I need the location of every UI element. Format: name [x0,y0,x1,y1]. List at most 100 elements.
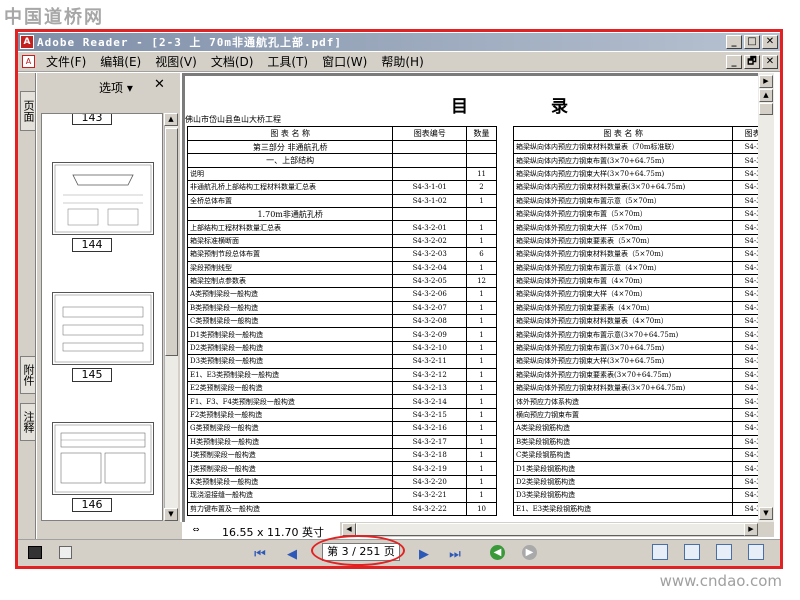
menu-view[interactable]: 视图(V) [148,53,204,70]
cell-quantity: 11 [466,166,497,182]
cell-code: S4-3-2-01 [392,220,468,235]
cell-code: S4-3 [732,180,758,195]
tab-comments[interactable]: 注释 [20,403,35,441]
table-row: 箱梁控制点参数表 S4-3-2-05 12 [186,273,497,289]
cell-name: K类预制梁段一般构造 [186,474,394,490]
cell-code: S4-3 [732,247,758,262]
menu-edit[interactable]: 编辑(E) [93,53,148,70]
thumbnail-label[interactable]: 143 [72,114,112,125]
thumbnail-page-145[interactable] [52,292,154,365]
single-page-view-icon[interactable] [652,544,668,560]
scroll-down-icon[interactable]: ▼ [759,507,773,520]
maximize-button[interactable]: □ [744,35,760,49]
cell-name: D3类预制梁段一般构造 [186,354,394,369]
thumbnail-label[interactable]: 144 [72,238,112,252]
cell-code: S4-3-2-11 [392,354,468,369]
doc-close-button[interactable]: ✕ [762,55,778,69]
thumbnail-page-146[interactable] [52,422,154,495]
scroll-up-icon[interactable]: ▶ [759,75,773,88]
cell-name: 全桥总体布置 [186,193,394,208]
scroll-track[interactable] [356,523,756,536]
table-row: 箱梁纵向体外预应力钢束材料数量表（4×70m）S4-3 [512,314,758,329]
scroll-thumb[interactable] [759,103,773,115]
minimize-button[interactable]: _ [726,35,742,49]
forward-icon[interactable]: ▶ [522,545,537,560]
cell-name: 箱梁预制节段总体布置 [186,247,394,262]
continuous-facing-view-icon[interactable] [748,544,764,560]
document-viewport[interactable]: 目 录 佛山市岱山县鱼山大桥工程 图 表 名 称 图表编号 数量 第三部分 非通… [182,73,758,522]
cell-name: 箱梁纵向体外预应力钢束要素表（5×70m） [512,233,734,249]
tab-attachments[interactable]: 附件 [20,356,35,394]
continuous-view-icon[interactable] [684,544,700,560]
cell-name: E1、E3类预制梁段一般构造 [186,367,394,383]
options-dropdown[interactable]: 选项 ▾ [99,79,133,96]
table-row: J类预制梁段一般构造 S4-3-2-19 1 [186,461,497,476]
menu-help[interactable]: 帮助(H) [374,53,430,70]
tab-pages[interactable]: 页面 [20,91,35,131]
doc-restore-button[interactable]: 🗗 [744,55,760,69]
cell-name: 上部结构工程材料数量汇总表 [186,220,394,235]
cell-quantity: 1 [466,314,497,329]
table-row: 箱梁纵向体外预应力钢束材料数量表(3×70+64.75m)S4-3 [512,381,758,396]
cell-code: S4-3 [732,367,758,383]
cell-code: S4-3-2-05 [392,273,468,289]
cell-name: E2类预制梁段一般构造 [186,381,394,396]
table-row: A类预制梁段一般构造 S4-3-2-06 1 [186,287,497,302]
panel-toggle-icon[interactable] [28,546,42,559]
menu-window[interactable]: 窗口(W) [315,53,374,70]
back-icon[interactable]: ◀ [490,545,505,560]
cell-quantity: 1 [466,354,497,369]
scroll-up-icon[interactable]: ▲ [759,89,773,102]
cell-quantity: 2 [466,180,497,195]
thumbnail-page-144[interactable] [52,162,154,235]
table-row: E1、E3类预制梁段一般构造 S4-3-2-12 1 [186,367,497,383]
menu-tools[interactable]: 工具(T) [260,53,315,70]
menu-file[interactable]: 文件(F) [39,53,93,70]
watermark-top: 中国道桥网 [4,7,104,28]
cell-code: S4-3 [732,488,758,503]
cell-name: 箱梁纵向体外预应力钢束材料数量表（5×70m） [512,247,734,262]
scroll-thumb[interactable] [165,128,178,356]
document-icon[interactable]: A [22,55,35,68]
horizontal-scrollbar[interactable]: ◀ ▶ [340,522,774,537]
cell-name: 箱梁纵向体外预应力钢束大样（4×70m） [512,287,734,302]
table-row: E1、E3类梁段钢筋构造S4-3 [512,501,758,516]
cell-code: S4-3-2-16 [392,421,468,436]
previous-page-icon[interactable]: ◀ [284,547,300,563]
close-button[interactable]: ✕ [762,35,778,49]
menu-document[interactable]: 文档(D) [204,53,261,70]
cell-name: 非通航孔桥上部结构工程材料数量汇总表 [186,180,394,195]
facing-view-icon[interactable] [716,544,732,560]
scroll-right-icon[interactable]: ▶ [744,523,758,536]
options-icon[interactable] [59,546,72,559]
first-page-icon[interactable]: ⏮ [252,547,268,563]
document-scrollbar[interactable]: ▶ ▲ ▼ [758,73,774,522]
thumbnail-label[interactable]: 145 [72,368,112,382]
cell-name: A类预制梁段一般构造 [186,287,394,302]
cell-name: 箱梁纵向体外预应力钢束布置示意（4×70m） [512,260,734,275]
cell-name: 箱梁纵向体内预应力钢束材料数量表(3×70+64.75m) [512,180,734,195]
window-titlebar[interactable]: A Adobe Reader - [2-3 上 70m非通航孔上部.pdf] _… [18,33,780,51]
cell-name: 现浇湿接缝一般构造 [186,488,394,503]
thumbnail-scrollbar[interactable]: ▲ ▼ [164,113,178,521]
cell-name: C类预制梁段一般构造 [186,314,394,329]
table-row: H类预制梁段一般构造 S4-3-2-17 1 [186,434,497,449]
cell-code: S4-3-2-12 [392,367,468,383]
menubar: A 文件(F) 编辑(E) 视图(V) 文档(D) 工具(T) 窗口(W) 帮助… [18,52,780,72]
panel-close-icon[interactable]: ✕ [154,77,165,92]
next-page-icon[interactable]: ▶ [416,547,432,563]
column-header-code: 图表 [732,126,758,141]
last-page-icon[interactable]: ⏭ [447,547,463,563]
scroll-up-icon[interactable]: ▲ [164,113,178,126]
cell-name: 1.70m非通航孔桥 [186,206,394,222]
table-row: 箱梁纵向体外预应力钢束布置（5×70m）S4-3 [512,206,758,222]
cell-code: S4-3-2-04 [392,260,468,275]
cell-code [392,206,468,222]
cell-quantity: 1 [466,340,497,356]
cell-code: S4-3 [732,300,758,316]
table-row: 箱梁纵向体外预应力钢束大样（4×70m）S4-3 [512,287,758,302]
table-row: F1、F3、F4类预制梁段一般构造 S4-3-2-14 1 [186,394,497,409]
thumbnail-label[interactable]: 146 [72,498,112,512]
scroll-down-icon[interactable]: ▼ [164,508,178,521]
doc-minimize-button[interactable]: _ [726,55,742,69]
